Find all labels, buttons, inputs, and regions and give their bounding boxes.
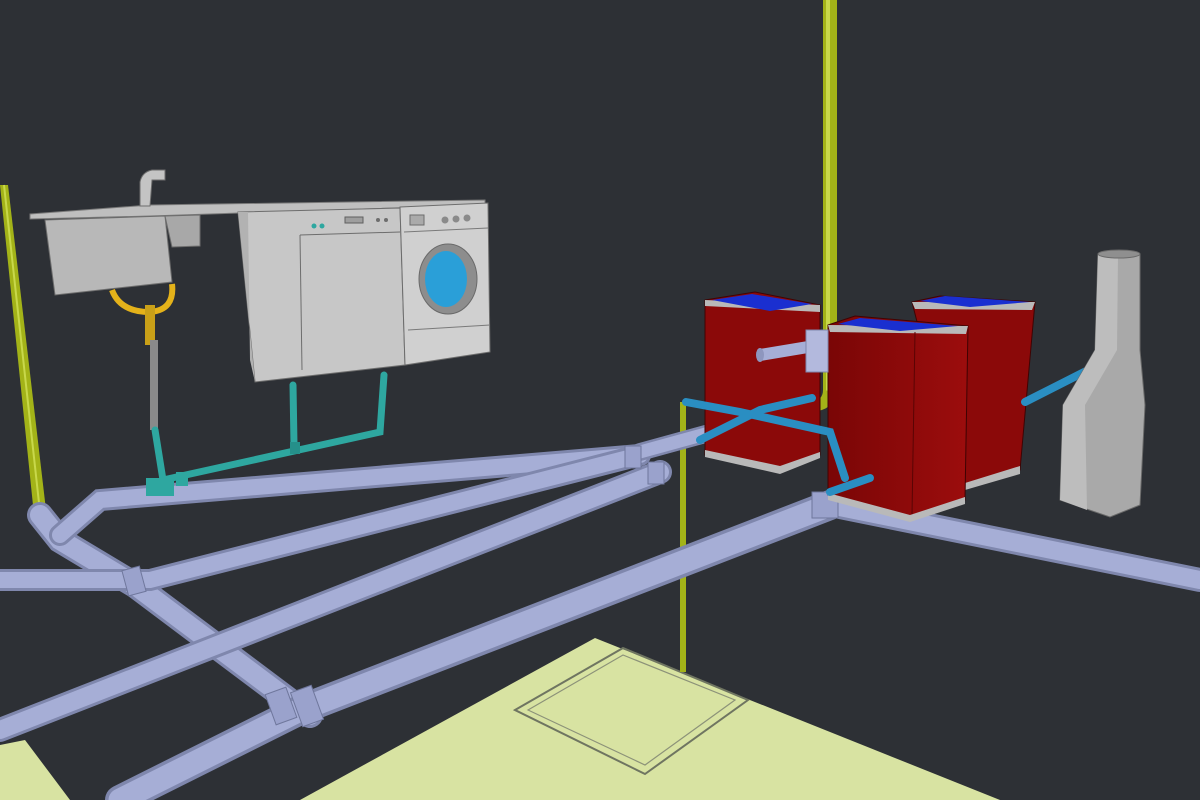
dishwasher[interactable] — [237, 207, 406, 383]
washer-door-icon — [425, 251, 467, 307]
vent-stack-left[interactable] — [0, 184, 46, 515]
cad-3d-viewport[interactable] — [0, 0, 1200, 800]
grease-tank[interactable] — [827, 315, 969, 522]
washing-machine[interactable] — [399, 202, 491, 366]
grease-tank[interactable] — [704, 291, 821, 474]
conical-separator[interactable] — [1059, 249, 1146, 518]
plumbing-3d-scene — [0, 0, 1200, 800]
